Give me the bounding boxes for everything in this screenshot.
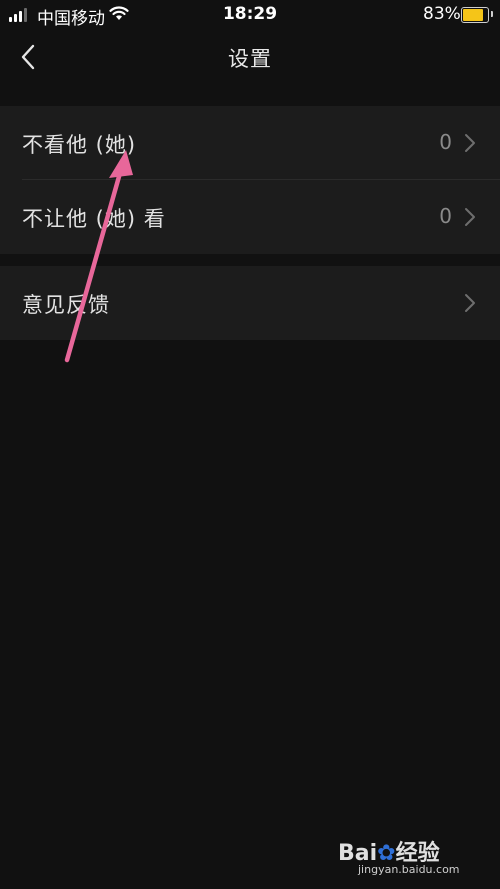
baidu-jingyan-watermark: Bai✿经验 jingyan.baidu.com	[338, 833, 488, 883]
battery-icon	[461, 7, 493, 23]
settings-row-label: 不看他 (她)	[22, 133, 137, 157]
settings-row-hide-their-moments[interactable]: 不看他 (她) 0	[0, 106, 500, 180]
privacy-settings-group: 不看他 (她) 0 不让他 (她) 看 0	[0, 106, 500, 254]
navigation-bar: 设置	[0, 30, 500, 86]
settings-screen: 中国移动 18:29 83% 设置 不看他 (她) 0 不让他 (她) 看 0 …	[0, 0, 500, 889]
watermark-url: jingyan.baidu.com	[358, 863, 460, 876]
settings-row-label: 意见反馈	[22, 293, 110, 317]
battery-percentage: 83%	[423, 4, 461, 24]
chevron-right-icon	[465, 208, 475, 226]
feedback-group: 意见反馈	[0, 266, 500, 340]
settings-row-hide-my-moments[interactable]: 不让他 (她) 看 0	[0, 180, 500, 254]
page-title: 设置	[228, 47, 272, 71]
chevron-right-icon	[465, 134, 475, 152]
status-bar: 中国移动 18:29 83%	[0, 0, 500, 30]
settings-row-count: 0	[439, 204, 452, 228]
settings-row-label: 不让他 (她) 看	[22, 207, 166, 231]
settings-row-feedback[interactable]: 意见反馈	[0, 266, 500, 340]
settings-row-count: 0	[439, 130, 452, 154]
chevron-right-icon	[465, 294, 475, 312]
